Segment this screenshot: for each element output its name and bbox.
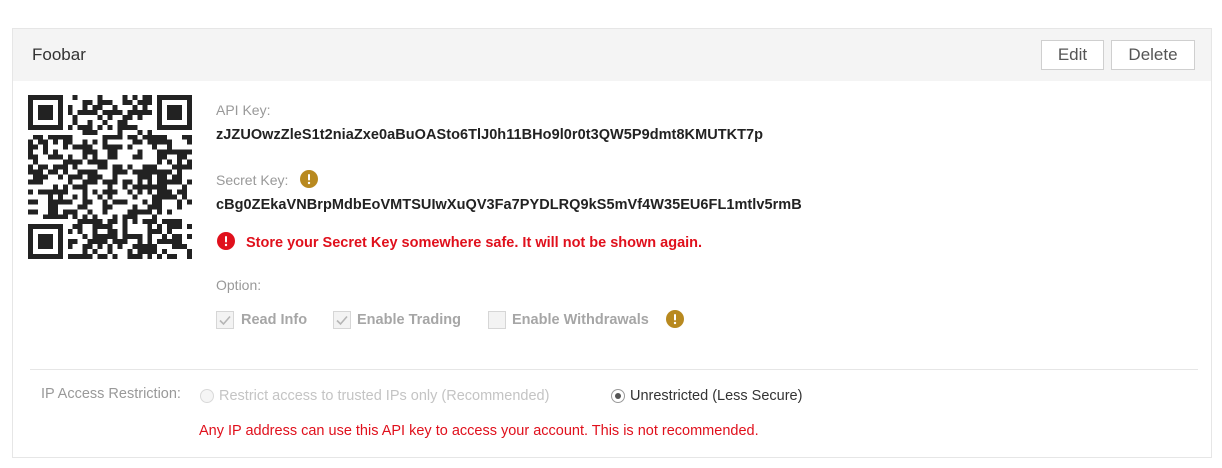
secret-key-warning: Store your Secret Key somewhere safe. It… <box>246 235 703 251</box>
qr-code-icon <box>28 95 192 259</box>
api-key-label: API Key: <box>216 102 271 118</box>
divider <box>30 369 1198 370</box>
api-key-name: Foobar <box>32 45 86 64</box>
ip-restriction-label: IP Access Restriction: <box>41 386 181 402</box>
exclamation-circle-icon <box>666 310 684 328</box>
read-info-checkbox[interactable] <box>216 311 234 329</box>
card-header: Foobar Edit Delete <box>13 29 1211 81</box>
secret-key-label: Secret Key: <box>216 172 289 188</box>
enable-trading-checkbox[interactable] <box>333 311 351 329</box>
edit-button[interactable]: Edit <box>1041 40 1104 70</box>
api-key-value: zJZUOwzZleS1t2niaZxe0aBuOASto6TlJ0h11BHo… <box>216 127 764 143</box>
enable-withdrawals-label: Enable Withdrawals <box>512 312 649 328</box>
exclamation-circle-icon <box>300 170 318 188</box>
delete-button[interactable]: Delete <box>1111 40 1195 70</box>
checkmark-icon <box>219 315 231 326</box>
unrestricted-label[interactable]: Unrestricted (Less Secure) <box>630 388 802 404</box>
unrestricted-radio[interactable] <box>611 389 625 403</box>
restricted-ip-label[interactable]: Restrict access to trusted IPs only (Rec… <box>219 388 549 404</box>
enable-trading-label: Enable Trading <box>357 312 461 328</box>
ip-warning-text: Any IP address can use this API key to a… <box>199 423 759 439</box>
api-key-card: Foobar Edit Delete API Key: zJZUOwzZleS1… <box>12 28 1212 458</box>
secret-key-value: cBg0ZEkaVNBrpMdbEoVMTSUIwXuQV3Fa7PYDLRQ9… <box>216 197 802 213</box>
error-circle-icon <box>217 232 235 250</box>
enable-withdrawals-checkbox[interactable] <box>488 311 506 329</box>
checkmark-icon <box>336 315 348 326</box>
restricted-ip-radio[interactable] <box>200 389 214 403</box>
read-info-label: Read Info <box>241 312 308 328</box>
option-label: Option: <box>216 277 262 293</box>
